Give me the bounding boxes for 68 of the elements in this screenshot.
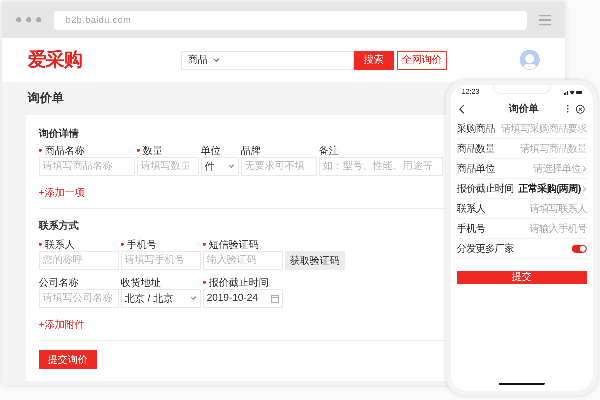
field-label: 单位: [201, 144, 221, 158]
row-label: 联系人: [457, 202, 486, 216]
required-dot: [203, 243, 206, 246]
field-label: 手机号: [127, 238, 157, 252]
required-dot: [203, 281, 206, 284]
input-field[interactable]: 无要求可不填: [241, 157, 317, 176]
required-dot: [137, 149, 140, 152]
input-field[interactable]: 请填写商品数量: [520, 142, 587, 156]
url-text: b2b.baidu.com: [66, 15, 132, 25]
chevron-icon: [583, 166, 587, 172]
category-dropdown[interactable]: 商品: [182, 52, 226, 68]
submit-button[interactable]: 提交询价: [39, 350, 97, 369]
select-field[interactable]: 件: [201, 157, 239, 176]
input-field[interactable]: 请填写公司名称: [39, 289, 119, 308]
select-field[interactable]: 北京 / 北京: [121, 289, 201, 308]
row-label: 商品数量: [457, 142, 495, 156]
field-label: 品牌: [241, 144, 261, 158]
date-field[interactable]: 2019-10-24: [203, 289, 283, 308]
section-title: 联系方式: [39, 219, 79, 233]
field-label: 收货地址: [121, 276, 161, 290]
add-item-link[interactable]: +添加一项: [39, 186, 85, 200]
submit-button[interactable]: 提交: [457, 271, 587, 284]
row-label: 分发更多厂家: [457, 242, 514, 256]
caret-icon: [190, 296, 197, 301]
input-field[interactable]: 请填写手机号: [121, 251, 201, 270]
get-code-button[interactable]: 获取验证码: [285, 251, 345, 270]
field-label: 备注: [319, 144, 339, 158]
field-label: 联系人: [45, 238, 75, 252]
toggle-switch[interactable]: [572, 244, 587, 252]
inquiry-button[interactable]: 全网询价: [397, 50, 447, 70]
phone-title: 询价单: [509, 102, 539, 116]
chevron-icon: [583, 186, 587, 192]
add-attachment-link[interactable]: +添加附件: [39, 318, 85, 332]
row-label: 报价截止时间: [457, 182, 514, 196]
calendar-icon: [271, 294, 279, 302]
row-label: 手机号: [457, 222, 486, 236]
address-bar[interactable]: b2b.baidu.com: [54, 10, 527, 30]
input-field[interactable]: 如：型号、性能、用途等: [319, 157, 443, 176]
required-dot: [121, 243, 124, 246]
input-field[interactable]: 请填写采购商品要求: [502, 122, 587, 136]
required-dot: [39, 243, 42, 246]
input-field[interactable]: 您的称呼: [39, 251, 119, 270]
search-button[interactable]: 搜索: [354, 50, 394, 70]
home-indicator: [499, 383, 545, 385]
status-icons-drawing: [564, 90, 582, 94]
row-label: 采购商品: [457, 122, 495, 136]
back-icon[interactable]: [459, 104, 465, 114]
caret-icon: [213, 58, 220, 62]
picker-field[interactable]: 请选择单位: [534, 162, 587, 176]
picker-field[interactable]: 正常采购(两周): [518, 182, 587, 196]
field-label: 短信验证码: [209, 238, 259, 252]
logo[interactable]: 爱采购: [28, 47, 178, 73]
input-field[interactable]: 请填写联系人: [530, 202, 587, 216]
input-field[interactable]: 请填写数量: [137, 157, 199, 176]
close-icon[interactable]: [576, 104, 585, 114]
window-dots-icon: [16, 17, 42, 23]
field-label: 报价截止时间: [209, 276, 269, 290]
row-label: 商品单位: [457, 162, 495, 176]
input-field[interactable]: 输入验证码: [203, 251, 283, 270]
required-dot: [39, 149, 42, 152]
input-field[interactable]: 请输入手机号: [530, 222, 587, 236]
page-title: 询价单: [28, 90, 64, 107]
caret-icon: [228, 164, 235, 169]
input-field[interactable]: 请填写商品名称: [39, 157, 135, 176]
section-title: 询价详情: [39, 127, 79, 141]
field-label: 公司名称: [39, 276, 79, 290]
field-label: 数量: [143, 144, 163, 158]
field-label: 商品名称: [45, 144, 85, 158]
